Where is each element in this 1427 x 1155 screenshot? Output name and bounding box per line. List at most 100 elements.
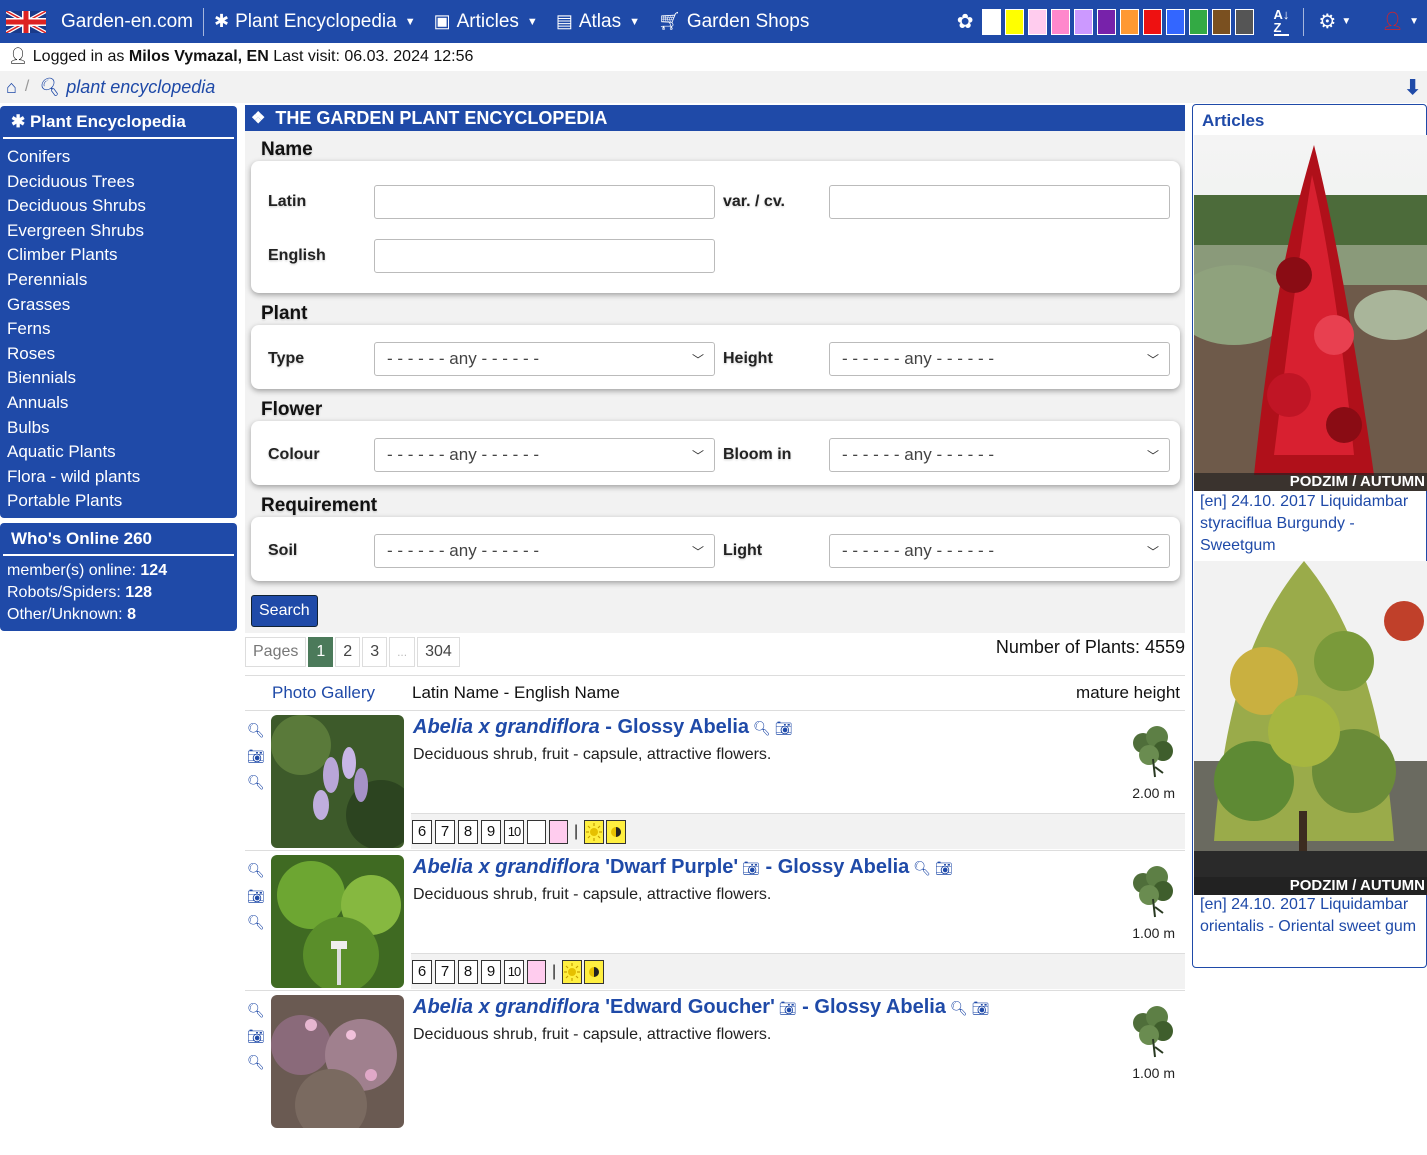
article-image[interactable] (1194, 135, 1427, 491)
soil-label: Soil (268, 542, 298, 559)
plant-title[interactable]: Abelia x grandiflora 'Dwarf Purple' 📷︎ - … (413, 856, 953, 879)
sidebar-item[interactable]: Bulbs (7, 416, 237, 441)
camera-icon[interactable]: 📷︎ (247, 743, 267, 769)
color-filter-swatch[interactable] (1004, 8, 1024, 35)
camera-icon[interactable]: 📷︎ (247, 883, 267, 909)
camera-icon[interactable]: 📷︎ (972, 1000, 990, 1016)
sidebar-item[interactable]: Aquatic Plants (7, 440, 237, 465)
sidebar-item[interactable]: Grasses (7, 293, 237, 318)
sidebar-item[interactable]: Biennials (7, 366, 237, 391)
color-filter-swatch[interactable] (1027, 8, 1047, 35)
zoom-plus-icon[interactable]: 🔍︎ (913, 860, 931, 876)
article-link[interactable]: [en] 24.10. 2017 Liquidambar orientalis … (1200, 894, 1427, 938)
page-link-last[interactable]: 304 (417, 637, 460, 667)
caret-down-icon[interactable]: ▼ (1341, 16, 1351, 27)
uk-flag-icon[interactable] (5, 8, 47, 35)
breadcrumb-encyclopedia-link[interactable]: plant encyclopedia (66, 77, 215, 98)
flower-icon[interactable]: ✿ (957, 9, 974, 34)
color-filter-swatch[interactable] (1050, 8, 1070, 35)
search-icon[interactable]: 🔍︎ (247, 1049, 267, 1075)
plant-cultivar[interactable]: 'Dwarf Purple' (605, 856, 738, 878)
article-image[interactable] (1194, 561, 1427, 895)
colour-select[interactable]: - - - - - - any - - - - - - ﹀ (374, 438, 715, 472)
az-sort-icon[interactable]: A↓ Z (1273, 8, 1290, 36)
nav-articles[interactable]: ▣ Articles ▼ (434, 11, 538, 33)
sidebar-item[interactable]: Evergreen Shrubs (7, 219, 237, 244)
search-icon[interactable]: 🔍︎ (247, 909, 267, 935)
plant-english-name[interactable]: Glossy Abelia (778, 856, 910, 878)
plant-english-name[interactable]: Glossy Abelia (618, 716, 750, 738)
soil-select[interactable]: - - - - - - any - - - - - - ﹀ (374, 534, 715, 568)
home-icon[interactable]: ⌂ (6, 77, 17, 98)
cultivar-input[interactable] (829, 185, 1170, 219)
sidebar-item[interactable]: Ferns (7, 317, 237, 342)
sidebar-item[interactable]: Conifers (7, 145, 237, 170)
user-icon[interactable]: 👤︎ (1381, 11, 1404, 32)
gear-icon[interactable]: ⚙ (1318, 9, 1336, 34)
sidebar-item[interactable]: Flora - wild plants (7, 465, 237, 490)
nav-garden-shops[interactable]: 🛒︎ Garden Shops (658, 11, 809, 33)
latin-input[interactable] (374, 185, 715, 219)
article-link[interactable]: [en] 24.10. 2017 Liquidambar styraciflua… (1200, 491, 1427, 557)
zoom-plus-icon[interactable]: 🔍︎ (247, 717, 267, 743)
page-link-1[interactable]: 1 (308, 637, 334, 667)
bloom-select[interactable]: - - - - - - any - - - - - - ﹀ (829, 438, 1170, 472)
zoom-plus-icon[interactable]: 🔍︎ (950, 1000, 968, 1016)
color-filter-swatch[interactable] (1165, 8, 1185, 35)
sidebar-item[interactable]: Roses (7, 342, 237, 367)
page-link-3[interactable]: 3 (362, 637, 388, 667)
online-stats: member(s) online: 124 Robots/Spiders: 128… (0, 556, 237, 626)
plant-thumbnail[interactable] (271, 715, 404, 848)
color-filter-swatch[interactable] (1073, 8, 1093, 35)
plant-title[interactable]: Abelia x grandiflora - Glossy Abelia 🔍︎ 📷︎ (413, 716, 793, 739)
camera-icon[interactable]: 📷︎ (935, 860, 953, 876)
sidebar-item[interactable]: Climber Plants (7, 243, 237, 268)
sidebar-item[interactable]: Portable Plants (7, 489, 237, 514)
type-select[interactable]: - - - - - - any - - - - - - ﹀ (374, 342, 715, 376)
color-filter-swatch[interactable] (1234, 8, 1254, 35)
full-sun-icon (562, 959, 583, 984)
zoom-plus-icon[interactable]: 🔍︎ (247, 997, 267, 1023)
camera-icon[interactable]: 📷︎ (742, 860, 760, 876)
bloom-label: Bloom in (723, 446, 792, 463)
page-link-2[interactable]: 2 (335, 637, 361, 667)
plant-thumbnail[interactable] (271, 855, 404, 988)
plant-thumbnail[interactable] (271, 995, 404, 1128)
plant-cultivar[interactable]: 'Edward Goucher' (605, 996, 775, 1018)
color-filter-swatch[interactable] (1142, 8, 1162, 35)
plant-latin-name[interactable]: Abelia x grandiflora (413, 996, 600, 1018)
color-filter-swatch[interactable] (1119, 8, 1139, 35)
caret-down-icon[interactable]: ▼ (1409, 16, 1419, 27)
height-select[interactable]: - - - - - - any - - - - - - ﹀ (829, 342, 1170, 376)
caret-down-icon: ▼ (629, 15, 640, 28)
sidebar-item[interactable]: Perennials (7, 268, 237, 293)
sidebar-item[interactable]: Annuals (7, 391, 237, 416)
plant-english-name[interactable]: Glossy Abelia (814, 996, 946, 1018)
color-filter-swatch[interactable] (1211, 8, 1231, 35)
color-filter-swatch[interactable] (1188, 8, 1208, 35)
color-filter-swatch[interactable] (1096, 8, 1116, 35)
camera-icon[interactable]: 📷︎ (775, 720, 793, 736)
sidebar-item[interactable]: Deciduous Trees (7, 170, 237, 195)
camera-icon[interactable]: 📷︎ (247, 1023, 267, 1049)
zoom-plus-icon[interactable]: 🔍︎ (753, 720, 771, 736)
search-button[interactable]: Search (251, 595, 318, 627)
sidebar-item[interactable]: Deciduous Shrubs (7, 194, 237, 219)
search-icon[interactable]: 🔍︎ (247, 769, 267, 795)
nav-plant-encyclopedia[interactable]: ✱ Plant Encyclopedia ▼ (214, 11, 416, 33)
light-select[interactable]: - - - - - - any - - - - - - ﹀ (829, 534, 1170, 568)
online-stat-value: 128 (125, 584, 152, 601)
zoom-plus-icon[interactable]: 🔍︎ (247, 857, 267, 883)
arrow-down-icon[interactable]: ⬇ (1404, 75, 1421, 100)
camera-icon[interactable]: 📷︎ (779, 1000, 797, 1016)
nav-atlas[interactable]: ▤ Atlas ▼ (556, 11, 640, 33)
site-brand-link[interactable]: Garden-en.com (61, 11, 193, 33)
online-stat: member(s) online: 124 (7, 560, 230, 582)
nav-label: Plant Encyclopedia (235, 10, 397, 32)
plant-latin-name[interactable]: Abelia x grandiflora (413, 856, 600, 878)
photo-gallery-link[interactable]: Photo Gallery (245, 683, 412, 703)
plant-title[interactable]: Abelia x grandiflora 'Edward Goucher' 📷︎ … (413, 996, 990, 1019)
plant-latin-name[interactable]: Abelia x grandiflora (413, 716, 600, 738)
english-input[interactable] (374, 239, 715, 273)
color-filter-swatch[interactable] (981, 8, 1001, 35)
